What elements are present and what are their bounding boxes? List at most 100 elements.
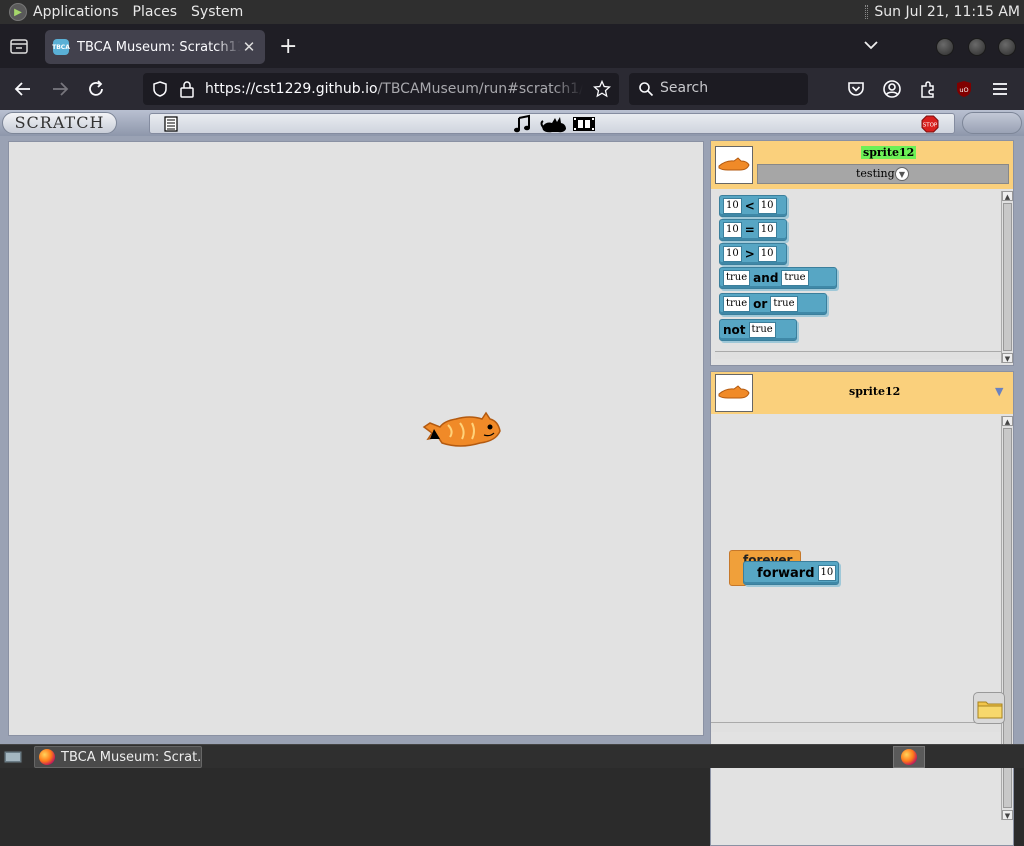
lock-icon[interactable] [179,80,195,102]
block-right-slot[interactable]: true [770,296,798,312]
address-bar[interactable]: https://cst1229.github.io/TBCAMuseum/run… [143,73,619,105]
show-desktop-icon[interactable] [3,748,23,770]
palette-block[interactable]: 10 = 10 [719,219,787,241]
block-left-slot[interactable]: 10 [723,222,742,238]
sprite-name[interactable]: sprite12 [861,146,917,159]
search-icon [638,81,654,101]
film-strip-icon[interactable] [572,115,596,137]
block-left-slot[interactable]: true [723,270,751,286]
block-left-slot[interactable]: 10 [723,246,742,262]
stage[interactable] [8,141,704,736]
notes-page-icon[interactable] [164,116,178,136]
ublock-origin-icon[interactable]: uO [953,78,975,100]
clock[interactable]: Sun Jul 21, 11:15 AM [874,4,1020,20]
block-left-slot[interactable]: true [723,296,751,312]
os-menu-places[interactable]: Places [133,4,178,20]
account-icon[interactable] [881,78,903,100]
os-taskbar: TBCA Museum: Scrat... [0,744,1024,768]
block-operator: and [753,271,779,285]
browser-tabstrip: TBCA TBCA Museum: Scratch1101 ✕ + [0,24,1024,68]
block-right-slot[interactable]: true [748,322,776,338]
svg-text:uO: uO [959,86,968,94]
workspace-switcher[interactable] [893,746,925,768]
block-operator: = [744,223,755,237]
os-menu-system[interactable]: System [191,4,243,20]
pocket-icon[interactable] [845,78,867,100]
forward-label: forward [757,565,815,581]
palette-block[interactable]: 10 >10 [719,243,787,265]
stop-label: STOP [923,123,938,129]
palette-sprite-header: sprite12 testing ▼ [711,141,1013,189]
tracking-shield-icon[interactable] [151,80,169,102]
scratch-toolbar: STOP [149,113,955,134]
scroll-up-arrow-icon[interactable]: ▲ [1002,191,1013,201]
scratch-menubar: SCRATCH STOP [0,110,1024,136]
scripts-sprite-name: sprite12 [849,385,901,398]
block-right-slot[interactable]: true [781,270,809,286]
block-operator: not [723,323,746,337]
scroll-down-arrow-icon[interactable]: ▼ [1002,353,1013,363]
tab-overflow-chevron-icon[interactable] [864,38,878,54]
palette-vertical-scrollbar[interactable]: ▲ ▼ [1001,191,1013,363]
folder-icon [977,701,1003,719]
cat-sprite[interactable] [420,409,504,451]
block-operator: < [744,199,755,213]
tbca-favicon-icon: TBCA [52,39,70,55]
forward-arrow-icon[interactable] [49,78,71,100]
palette-block[interactable]: not true [719,319,797,341]
block-operator: > [744,247,755,261]
firefox-icon [39,749,55,765]
panel-grip-icon [865,5,869,19]
scratch-app: SCRATCH STOP sprite12 testing ▼ 10 < 10 … [0,110,1024,846]
category-label: testing [856,167,895,180]
scripts-horizontal-scrollbar[interactable] [711,722,1001,732]
forward-block[interactable]: forward 10 [743,561,839,585]
browser-tab-active[interactable]: TBCA TBCA Museum: Scratch1101 ✕ [45,30,265,64]
new-tab-icon[interactable]: + [279,36,297,58]
scroll-thumb[interactable] [1003,203,1012,351]
forward-value-slot[interactable]: 10 [817,565,837,581]
scratch-menubar-end [962,112,1022,134]
extensions-icon[interactable] [917,78,939,100]
bookmark-star-icon[interactable] [592,79,612,102]
dropdown-arrow-icon[interactable]: ▼ [895,167,909,181]
os-menu-applications[interactable]: Applications [33,4,119,20]
palette-block[interactable]: true or true [719,293,827,315]
window-close-button[interactable] [998,38,1016,56]
palette-horizontal-scrollbar[interactable] [715,351,1001,359]
window-minimize-button[interactable] [936,38,954,56]
palette-block[interactable]: true and true [719,267,837,289]
scripts-panel: sprite12 ▼ forever forward 10 ▲ ▼ [710,371,1014,846]
cat-sprite-icon[interactable] [540,113,568,139]
reload-icon[interactable] [85,78,107,100]
category-dropdown[interactable]: testing ▼ [757,164,1009,184]
hamburger-menu-icon[interactable] [989,78,1011,100]
os-top-panel: ▶ Applications Places System Sun Jul 21,… [0,0,1024,24]
palette-block[interactable]: 10 <10 [719,195,787,217]
music-note-icon[interactable] [513,114,533,138]
search-bar[interactable]: Search [629,73,808,105]
scratch-logo: SCRATCH [2,112,117,134]
scripts-scroll-up-arrow-icon[interactable]: ▲ [1002,416,1013,426]
os-logo-icon[interactable]: ▶ [9,3,27,21]
tab-list-icon[interactable] [8,35,30,57]
search-placeholder: Search [660,80,709,96]
tab-close-icon[interactable]: ✕ [241,38,257,56]
stop-sign-icon[interactable]: STOP [921,115,939,137]
browser-navbar: https://cst1229.github.io/TBCAMuseum/run… [0,68,1024,110]
scripts-sprite-thumbnail[interactable] [715,374,753,412]
taskbar-firefox-window[interactable]: TBCA Museum: Scrat... [34,746,202,768]
block-right-slot[interactable]: 10 [757,198,777,214]
folder-button[interactable] [973,692,1005,724]
block-right-slot[interactable]: 10 [757,246,777,262]
sprite-thumbnail[interactable] [715,146,753,184]
block-left-slot[interactable]: 10 [723,198,742,214]
scripts-dropdown-arrow-icon[interactable]: ▼ [995,385,1003,398]
back-arrow-icon[interactable] [12,78,34,100]
window-maximize-button[interactable] [968,38,986,56]
block-right-slot[interactable]: 10 [757,222,777,238]
os-tray: Sun Jul 21, 11:15 AM [865,0,1020,24]
scripts-scroll-down-arrow-icon[interactable]: ▼ [1002,810,1013,820]
workspace-firefox-icon [901,749,917,765]
url-text[interactable]: https://cst1229.github.io/TBCAMuseum/run… [205,81,583,99]
